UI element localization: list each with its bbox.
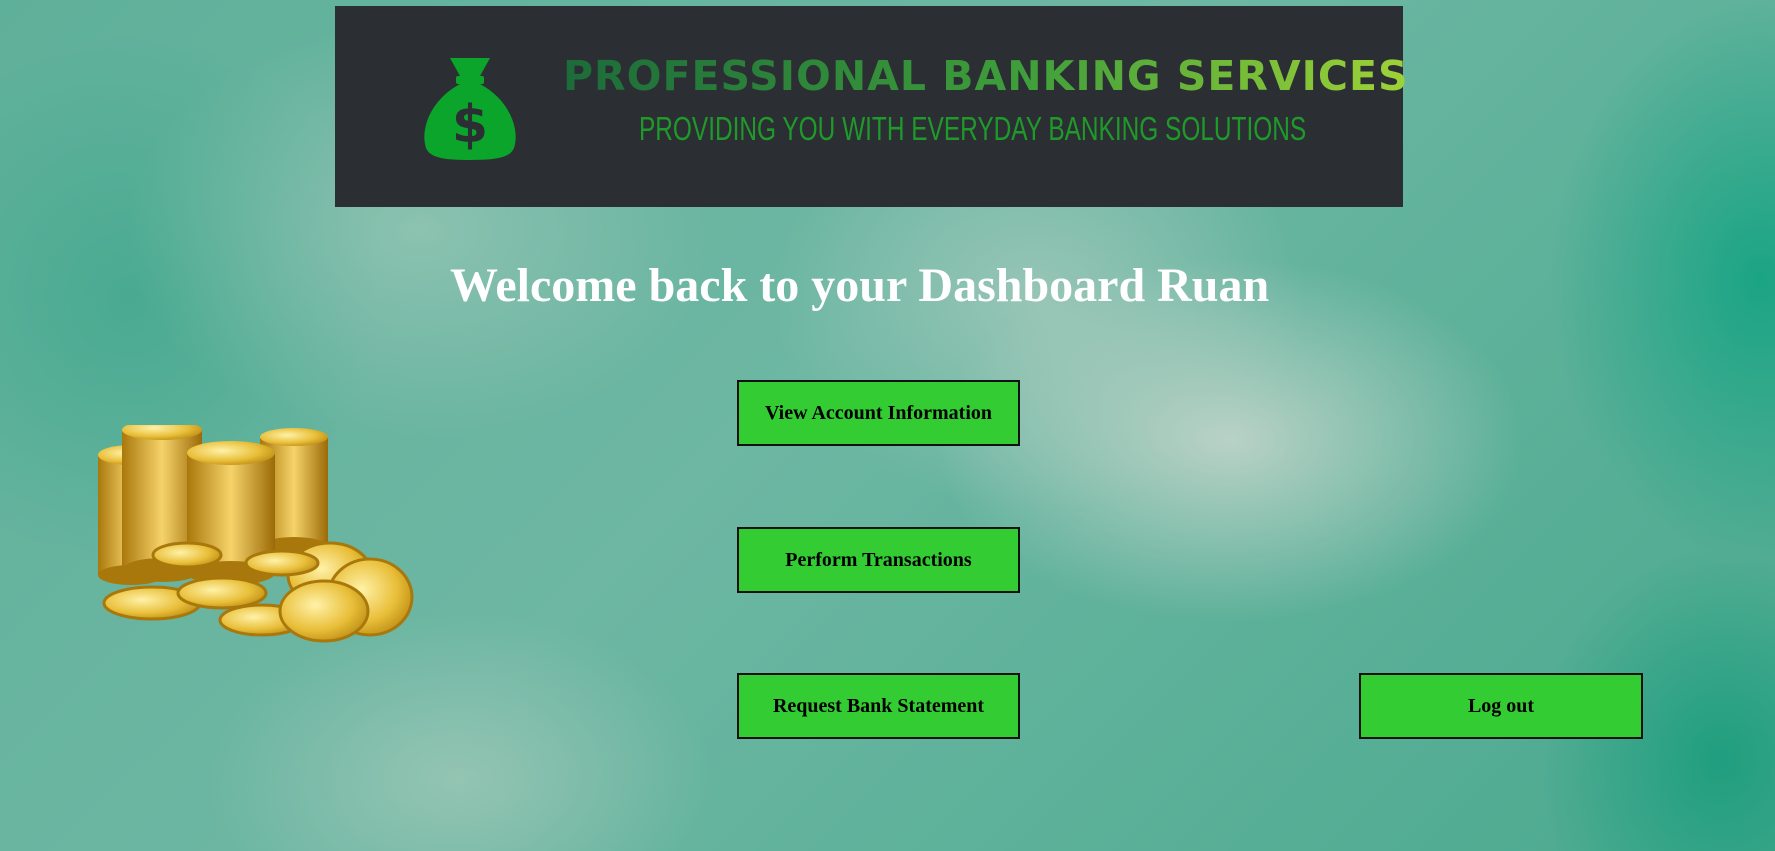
welcome-heading: Welcome back to your Dashboard Ruan [450, 259, 1270, 312]
banner-subtitle: PROVIDING YOU WITH EVERYDAY BANKING SOLU… [639, 110, 1307, 147]
perform-transactions-button[interactable]: Perform Transactions [737, 527, 1020, 593]
view-account-information-button[interactable]: View Account Information [737, 380, 1020, 446]
logout-button[interactable]: Log out [1359, 673, 1643, 739]
gold-coins-image [98, 425, 414, 643]
banner-title: PROFESSIONAL BANKING SERVICES [563, 52, 1409, 100]
request-bank-statement-button[interactable]: Request Bank Statement [737, 673, 1020, 739]
svg-text:$: $ [452, 95, 488, 155]
money-bag-icon: $ [424, 58, 516, 160]
header-banner: $ PROFESSIONAL BANKING SERVICES PROVIDIN… [335, 6, 1408, 207]
